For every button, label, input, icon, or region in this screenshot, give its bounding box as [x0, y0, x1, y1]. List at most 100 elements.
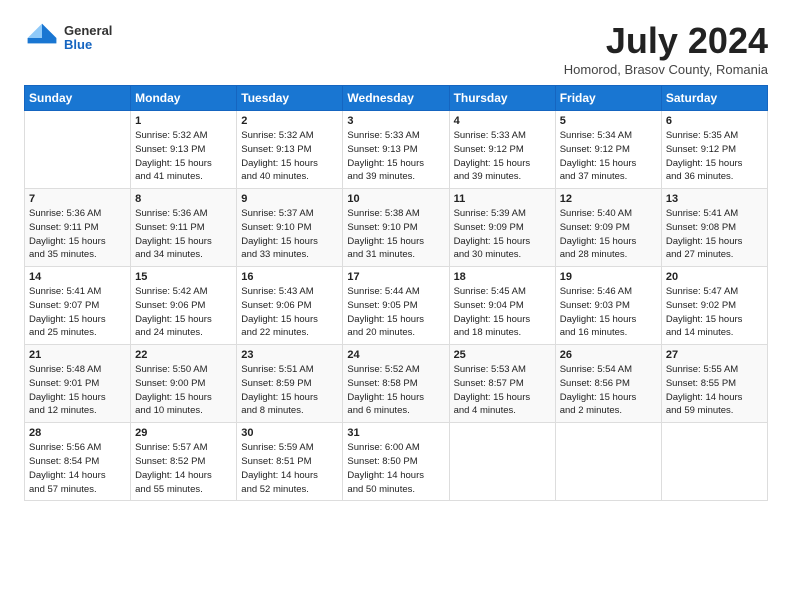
day-info: Sunrise: 5:35 AM Sunset: 9:12 PM Dayligh… [666, 129, 763, 184]
calendar-cell: 8Sunrise: 5:36 AM Sunset: 9:11 PM Daylig… [131, 189, 237, 267]
day-info: Sunrise: 5:59 AM Sunset: 8:51 PM Dayligh… [241, 441, 338, 496]
day-number: 16 [241, 271, 338, 283]
calendar-cell [555, 423, 661, 501]
day-info: Sunrise: 5:38 AM Sunset: 9:10 PM Dayligh… [347, 207, 444, 262]
logo-text: General Blue [64, 24, 112, 53]
calendar-cell: 15 Sunrise: 5:42 AM Sunset: 9:06 PM Dayli… [131, 267, 237, 345]
calendar-week-row: 7 Sunrise: 5:36 AM Sunset: 9:11 PM Daylig… [25, 189, 768, 267]
calendar-cell: 11Sunrise: 5:39 AM Sunset: 9:09 PM Dayli… [449, 189, 555, 267]
day-number: 9 [241, 193, 338, 205]
day-number: 14 [29, 271, 126, 283]
calendar-cell: 19 Sunrise: 5:46 AM Sunset: 9:03 PM Dayli… [555, 267, 661, 345]
calendar-cell [661, 423, 767, 501]
day-number: 25 [454, 349, 551, 361]
day-info: Sunrise: 5:56 AM Sunset: 8:54 PM Dayligh… [29, 441, 126, 496]
calendar-cell: 29 Sunrise: 5:57 AM Sunset: 8:52 PM Dayli… [131, 423, 237, 501]
calendar-cell: 22Sunrise: 5:50 AM Sunset: 9:00 PM Dayli… [131, 345, 237, 423]
calendar-table: SundayMondayTuesdayWednesdayThursdayFrid… [24, 85, 768, 501]
month-title: July 2024 [564, 20, 768, 62]
day-info: Sunrise: 5:34 AM Sunset: 9:12 PM Dayligh… [560, 129, 657, 184]
day-info: Sunrise: 5:54 AM Sunset: 8:56 PM Dayligh… [560, 363, 657, 418]
day-info: Sunrise: 5:51 AM Sunset: 8:59 PM Dayligh… [241, 363, 338, 418]
day-info: Sunrise: 5:50 AM Sunset: 9:00 PM Dayligh… [135, 363, 232, 418]
day-number: 1 [135, 115, 232, 127]
day-number: 27 [666, 349, 763, 361]
logo-general: General [64, 24, 112, 38]
day-number: 19 [560, 271, 657, 283]
calendar-cell: 25 Sunrise: 5:53 AM Sunset: 8:57 PM Dayli… [449, 345, 555, 423]
logo-blue: Blue [64, 38, 112, 52]
page-header: General Blue July 2024 Homorod, Brasov C… [24, 20, 768, 77]
calendar-cell: 28 Sunrise: 5:56 AM Sunset: 8:54 PM Dayli… [25, 423, 131, 501]
calendar-cell: 3 Sunrise: 5:33 AM Sunset: 9:13 PM Daylig… [343, 111, 449, 189]
day-info: Sunrise: 5:44 AM Sunset: 9:05 PM Dayligh… [347, 285, 444, 340]
day-number: 8 [135, 193, 232, 205]
day-info: Sunrise: 5:53 AM Sunset: 8:57 PM Dayligh… [454, 363, 551, 418]
calendar-cell: 18Sunrise: 5:45 AM Sunset: 9:04 PM Dayli… [449, 267, 555, 345]
day-info: Sunrise: 5:42 AM Sunset: 9:06 PM Dayligh… [135, 285, 232, 340]
day-info: Sunrise: 5:36 AM Sunset: 9:11 PM Dayligh… [29, 207, 126, 262]
day-info: Sunrise: 5:55 AM Sunset: 8:55 PM Dayligh… [666, 363, 763, 418]
day-info: Sunrise: 5:46 AM Sunset: 9:03 PM Dayligh… [560, 285, 657, 340]
weekday-header: Friday [555, 86, 661, 111]
day-info: Sunrise: 5:41 AM Sunset: 9:07 PM Dayligh… [29, 285, 126, 340]
weekday-header: Tuesday [237, 86, 343, 111]
day-info: Sunrise: 5:33 AM Sunset: 9:13 PM Dayligh… [347, 129, 444, 184]
calendar-cell: 10 Sunrise: 5:38 AM Sunset: 9:10 PM Dayli… [343, 189, 449, 267]
calendar-cell: 12Sunrise: 5:40 AM Sunset: 9:09 PM Dayli… [555, 189, 661, 267]
day-info: Sunrise: 5:32 AM Sunset: 9:13 PM Dayligh… [241, 129, 338, 184]
day-info: Sunrise: 5:37 AM Sunset: 9:10 PM Dayligh… [241, 207, 338, 262]
day-number: 21 [29, 349, 126, 361]
day-info: Sunrise: 5:32 AM Sunset: 9:13 PM Dayligh… [135, 129, 232, 184]
calendar-cell: 9 Sunrise: 5:37 AM Sunset: 9:10 PM Daylig… [237, 189, 343, 267]
title-area: July 2024 Homorod, Brasov County, Romani… [564, 20, 768, 77]
calendar-week-row: 21 Sunrise: 5:48 AM Sunset: 9:01 PM Dayli… [25, 345, 768, 423]
calendar-cell: 16Sunrise: 5:43 AM Sunset: 9:06 PM Dayli… [237, 267, 343, 345]
day-number: 17 [347, 271, 444, 283]
day-number: 3 [347, 115, 444, 127]
location: Homorod, Brasov County, Romania [564, 62, 768, 77]
day-info: Sunrise: 5:41 AM Sunset: 9:08 PM Dayligh… [666, 207, 763, 262]
day-number: 7 [29, 193, 126, 205]
day-number: 4 [454, 115, 551, 127]
calendar-cell: 30 Sunrise: 5:59 AM Sunset: 8:51 PM Dayli… [237, 423, 343, 501]
calendar-cell: 27 Sunrise: 5:55 AM Sunset: 8:55 PM Dayli… [661, 345, 767, 423]
calendar-week-row: 14 Sunrise: 5:41 AM Sunset: 9:07 PM Dayli… [25, 267, 768, 345]
day-number: 30 [241, 427, 338, 439]
day-number: 10 [347, 193, 444, 205]
calendar-cell [449, 423, 555, 501]
weekday-header: Wednesday [343, 86, 449, 111]
calendar-cell: 20Sunrise: 5:47 AM Sunset: 9:02 PM Dayli… [661, 267, 767, 345]
day-number: 29 [135, 427, 232, 439]
day-number: 15 [135, 271, 232, 283]
day-info: Sunrise: 6:00 AM Sunset: 8:50 PM Dayligh… [347, 441, 444, 496]
day-number: 11 [454, 193, 551, 205]
weekday-header: Thursday [449, 86, 555, 111]
calendar-cell: 4Sunrise: 5:33 AM Sunset: 9:12 PM Daylig… [449, 111, 555, 189]
day-info: Sunrise: 5:45 AM Sunset: 9:04 PM Dayligh… [454, 285, 551, 340]
day-info: Sunrise: 5:57 AM Sunset: 8:52 PM Dayligh… [135, 441, 232, 496]
calendar-cell: 2Sunrise: 5:32 AM Sunset: 9:13 PM Daylig… [237, 111, 343, 189]
weekday-header: Saturday [661, 86, 767, 111]
calendar-cell: 14 Sunrise: 5:41 AM Sunset: 9:07 PM Dayli… [25, 267, 131, 345]
day-number: 31 [347, 427, 444, 439]
calendar-cell: 17 Sunrise: 5:44 AM Sunset: 9:05 PM Dayli… [343, 267, 449, 345]
weekday-header: Monday [131, 86, 237, 111]
day-number: 5 [560, 115, 657, 127]
calendar-week-row: 28 Sunrise: 5:56 AM Sunset: 8:54 PM Dayli… [25, 423, 768, 501]
calendar-cell: 21 Sunrise: 5:48 AM Sunset: 9:01 PM Dayli… [25, 345, 131, 423]
calendar-cell: 7 Sunrise: 5:36 AM Sunset: 9:11 PM Daylig… [25, 189, 131, 267]
calendar-cell: 13Sunrise: 5:41 AM Sunset: 9:08 PM Dayli… [661, 189, 767, 267]
day-info: Sunrise: 5:48 AM Sunset: 9:01 PM Dayligh… [29, 363, 126, 418]
logo: General Blue [24, 20, 112, 56]
weekday-header-row: SundayMondayTuesdayWednesdayThursdayFrid… [25, 86, 768, 111]
day-number: 12 [560, 193, 657, 205]
weekday-header: Sunday [25, 86, 131, 111]
day-number: 28 [29, 427, 126, 439]
calendar-cell: 31 Sunrise: 6:00 AM Sunset: 8:50 PM Dayli… [343, 423, 449, 501]
calendar-cell: 6Sunrise: 5:35 AM Sunset: 9:12 PM Daylig… [661, 111, 767, 189]
calendar-cell: 1 Sunrise: 5:32 AM Sunset: 9:13 PM Daylig… [131, 111, 237, 189]
logo-icon [24, 20, 60, 56]
calendar-week-row: 1 Sunrise: 5:32 AM Sunset: 9:13 PM Daylig… [25, 111, 768, 189]
day-info: Sunrise: 5:52 AM Sunset: 8:58 PM Dayligh… [347, 363, 444, 418]
